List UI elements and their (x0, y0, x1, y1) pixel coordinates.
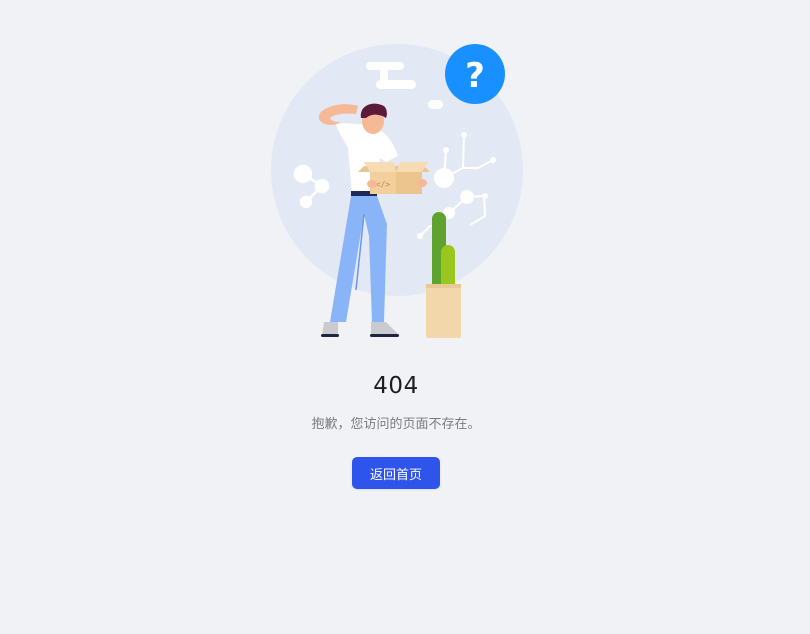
question-mark-icon: ? (445, 44, 505, 104)
not-found-page: ? </> 404 抱歉，您访问的页面不存在。 返回首页 (0, 0, 810, 634)
svg-text:?: ? (465, 56, 485, 96)
svg-text:</>: </> (376, 180, 391, 189)
back-home-button[interactable]: 返回首页 (352, 457, 440, 489)
error-message: 抱歉，您访问的页面不存在。 (311, 417, 481, 432)
not-found-illustration: ? </> (271, 44, 523, 338)
error-code-title: 404 (373, 373, 419, 399)
